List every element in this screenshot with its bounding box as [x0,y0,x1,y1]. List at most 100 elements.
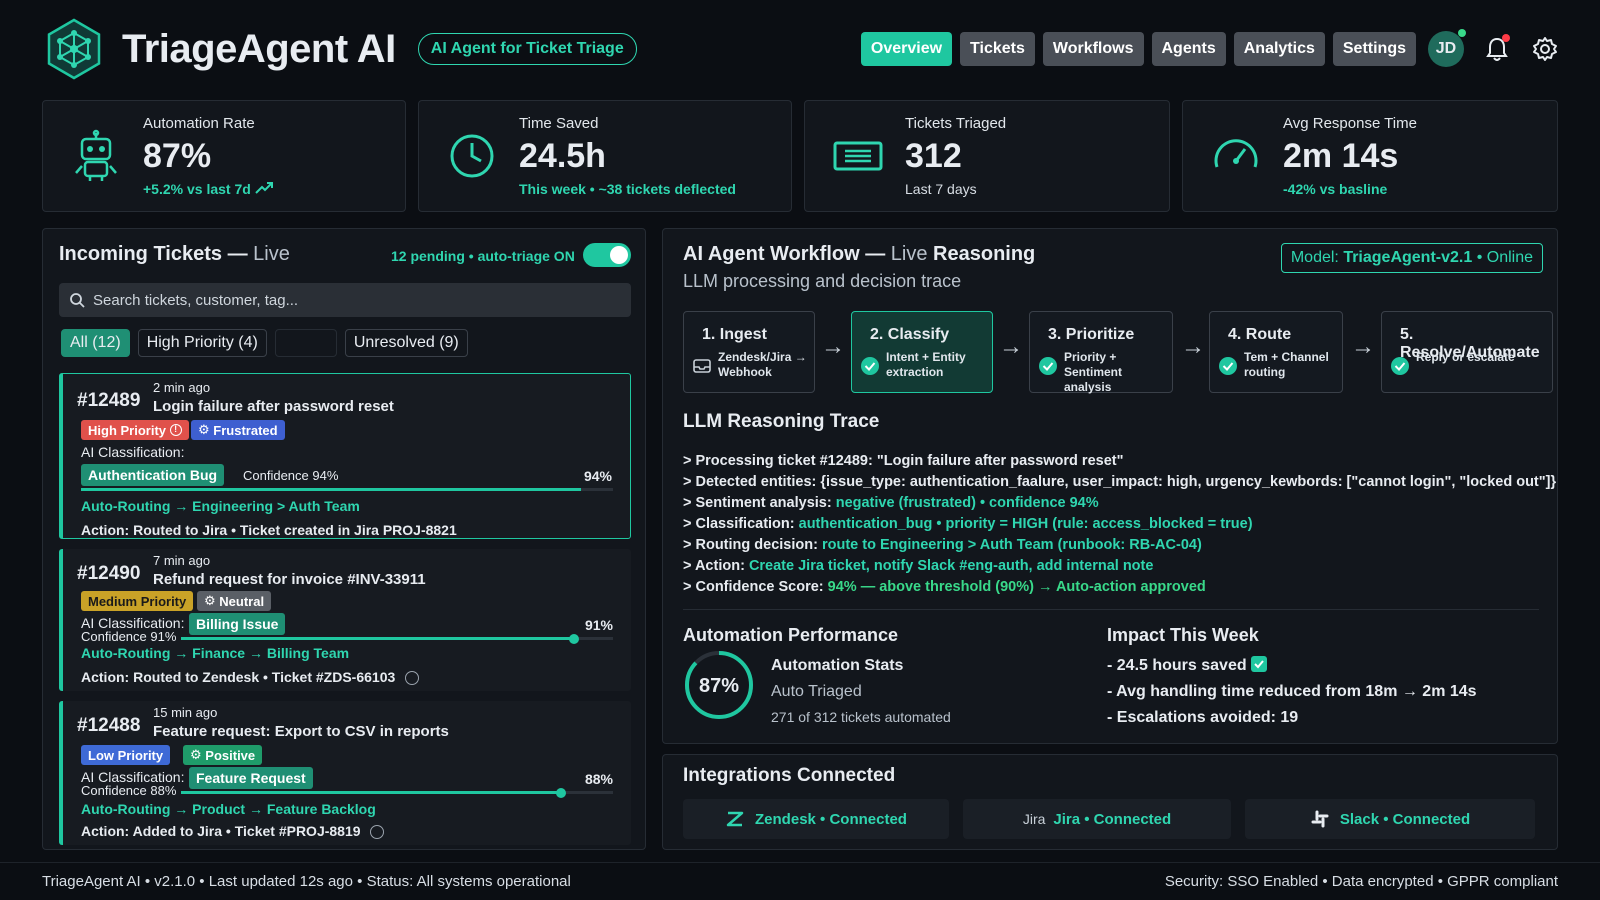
integration-slack[interactable]: Slack • Connected [1245,799,1535,839]
integration-zendesk[interactable]: Zendesk • Connected [683,799,949,839]
nav-workflows[interactable]: Workflows [1042,32,1144,66]
kpi-avg-response-time: Avg Response Time 2m 14s -42% vs basline [1182,100,1558,212]
confidence-label: Confidence 94% [243,468,339,483]
avatar-initials: JD [1435,40,1457,57]
ticket-action: Action: Routed to Jira • Ticket created … [81,522,457,538]
ticket-title: Feature request: Export to CSV in report… [153,723,449,740]
trace-line: > Routing decision: route to Engineering… [683,535,1556,556]
confidence-bar-fill [181,637,575,640]
step-desc-line: routing [1244,365,1286,379]
nav-analytics[interactable]: Analytics [1233,32,1325,66]
confidence-bar-knob [569,633,580,644]
step-name: 4. Route [1228,326,1292,343]
sentiment-text: Frustrated [213,422,278,438]
workflow-step-ingest[interactable]: 1. Ingest Zendesk/Jira → Webhook [683,311,815,393]
confidence-bar [181,633,613,644]
ticket-card[interactable]: #12489 2 min ago Login failure after pas… [59,373,631,539]
step-name: 2. Classify [870,326,950,343]
toggle-knob [610,246,628,264]
impact-title: Impact This Week [1107,625,1259,645]
filter-blank[interactable] [274,329,337,357]
workflow-step-prioritize[interactable]: 3. Prioritize Priority + Sentiment analys… [1029,311,1173,394]
confidence-percent: 88% [584,771,613,787]
trace-line: > Action: Create Jira ticket, notify Sla… [683,556,1556,577]
workflow-step-classify[interactable]: 2. Classify Intent + Entity extraction [851,311,993,393]
footer-security: Security: SSO Enabled • Data encrypted •… [1164,873,1558,890]
step-desc-line: Reply or escalate [1416,350,1515,364]
user-avatar[interactable]: JD [1428,29,1466,67]
sentiment-text: Positive [205,747,256,763]
nav-agents[interactable]: Agents [1151,32,1226,66]
priority-badge: High Priority ! [81,420,189,440]
kpi-subtext-text: +5.2% vs last 7d [143,181,251,197]
step-desc: Intent + Entity extraction [886,350,966,380]
impact-item: - Avg handling time reduced from 18m → 2… [1107,683,1477,700]
check-circle-icon [1219,357,1237,375]
confidence-bar [181,787,613,798]
integration-label: Jira • Connected [1053,810,1172,828]
trace-title: LLM Reasoning Trace [683,411,880,432]
trace-key: > Action: [683,558,749,574]
ticket-action: Action: Routed to Zendesk • Ticket #ZDS-… [81,669,420,686]
divider [683,609,1539,610]
model-status: • Online [1472,249,1533,266]
auto-triage-toggle[interactable] [583,243,631,267]
nav-settings[interactable]: Settings [1332,32,1416,66]
trend-up-icon [254,182,273,194]
link-icon[interactable] [370,825,385,840]
trace-key: > Detected entities: [683,474,821,490]
notifications-button[interactable] [1482,34,1512,64]
trace-value: route to Engineering > Auth Team (runboo… [821,537,1202,553]
sentiment-icon: ⚙ [204,593,220,608]
step-desc-line: Priority + Sentiment [1064,350,1123,379]
settings-button[interactable] [1530,34,1560,64]
action-text: Action: Routed to Zendesk • Ticket #ZDS-… [81,669,396,685]
link-icon[interactable] [405,671,420,686]
stats-subtitle: Auto Triaged [771,683,862,700]
ticket-card[interactable]: #12488 15 min ago Feature request: Expor… [59,701,631,845]
live-label: Live [890,243,928,265]
workflow-step-route[interactable]: 4. Route Tem + Channel routing [1209,311,1343,393]
nav-overview[interactable]: Overview [860,32,953,66]
check-square-icon [1251,656,1268,672]
kpi-value: 24.5h [519,137,606,175]
nav-tickets[interactable]: Tickets [960,32,1035,66]
sentiment-badge: ⚙ Positive [183,745,263,765]
workflow-step-resolve[interactable]: 5. Resolve/Automate Reply or escalate [1381,311,1553,393]
slack-icon [1311,810,1329,828]
ticket-search-input[interactable]: Search tickets, customer, tag... [59,283,631,317]
filter-all[interactable]: All (12) [61,329,130,357]
ticket-age: 7 min ago [153,553,211,568]
stats-detail: 271 of 312 tickets automated [771,709,951,725]
ticket-id: #12489 [77,390,141,411]
footer-status: TriageAgent AI • v2.1.0 • Last updated 1… [42,873,571,890]
trace-key: > Processing ticket [683,453,820,469]
trace-value: #12489 [819,453,868,469]
integrations-panel: Integrations Connected Zendesk • Connect… [662,754,1558,850]
hexagon-network-logo-icon [47,18,101,80]
trace-line: > Processing ticket #12489: "Login failu… [683,451,1556,472]
zendesk-icon [726,811,744,827]
trace-line: > Classification: authentication_bug • p… [683,514,1556,535]
filter-unresolved[interactable]: Unresolved (9) [344,329,468,357]
sentiment-badge: ⚙ Frustrated [191,420,285,440]
ticket-id: #12488 [77,715,141,736]
trace-value: negative (frustrated) • confidence 94% [835,495,1099,511]
agent-workflow-panel: AI Agent Workflow — Live Reasoning LLM p… [662,228,1558,744]
workflow-title: AI Agent Workflow — Live Reasoning [683,243,1035,266]
sentiment-badge: ⚙ Neutral [197,591,272,611]
ticket-card[interactable]: #12490 7 min ago Refund request for invo… [59,549,631,691]
kpi-label: Tickets Triaged [905,115,1007,132]
tagline-badge: AI Agent for Ticket Triage [417,33,637,65]
inbox-icon [693,359,711,373]
kpi-automation-rate: Automation Rate 87% +5.2% vs last 7d [42,100,406,212]
step-desc-line: Tem + Channel [1244,350,1329,364]
trace-value: Create Jira ticket, notify Slack #eng-au… [748,558,1154,574]
ticket-title: Refund request for invoice #INV-33911 [153,571,426,588]
filter-high-priority[interactable]: High Priority (4) [137,329,267,357]
integration-jira[interactable]: Jira Jira • Connected [963,799,1231,839]
step-desc-line: Intent + Entity [886,350,966,364]
ticket-action: Action: Added to Jira • Ticket #PROJ-881… [81,823,385,840]
kpi-label: Time Saved [519,115,599,132]
sentiment-icon: ⚙ [198,422,214,437]
